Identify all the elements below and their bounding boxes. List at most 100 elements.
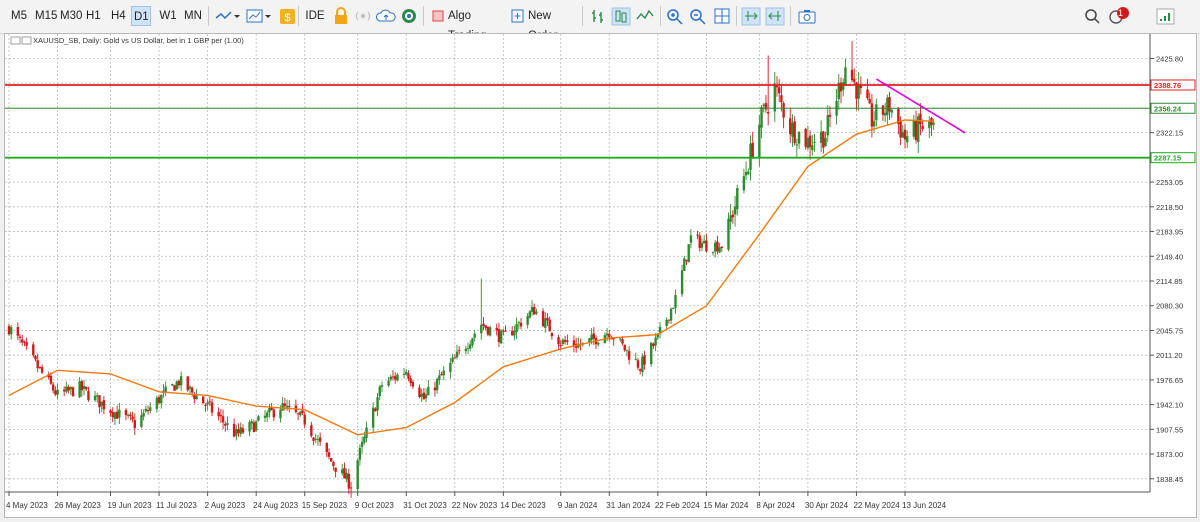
timeframe-h1[interactable]: H1 xyxy=(84,6,102,26)
date-label: 13 Jun 2024 xyxy=(902,501,947,510)
candle-body xyxy=(224,423,227,426)
line-chart-icon[interactable] xyxy=(634,6,656,26)
timeframe-w1[interactable]: W1 xyxy=(157,6,179,26)
candle-body xyxy=(762,104,765,107)
chevron-down-icon[interactable] xyxy=(233,6,241,26)
candle-body xyxy=(669,308,673,321)
timeframe-d1[interactable]: D1 xyxy=(131,6,151,26)
date-label: 31 Oct 2023 xyxy=(403,501,447,510)
candle-body xyxy=(906,136,909,143)
zoom-out-icon[interactable] xyxy=(687,6,709,26)
candle-body xyxy=(875,104,878,121)
candle-body xyxy=(702,240,706,244)
candle-body xyxy=(729,215,732,222)
zoom-in-icon[interactable] xyxy=(664,6,686,26)
price-label: 1942.10 xyxy=(1156,401,1183,410)
algo-trading-button[interactable]: Algo Trading xyxy=(448,6,504,42)
candle-body xyxy=(248,422,251,432)
candle-body xyxy=(82,386,86,390)
candle-body xyxy=(155,397,159,409)
candle-body xyxy=(109,410,112,413)
new-order-button[interactable]: New Order xyxy=(528,6,576,42)
chart-shift-icon[interactable] xyxy=(764,6,786,26)
candle-body xyxy=(65,386,68,392)
candle-body xyxy=(806,137,810,149)
signal-strength-icon[interactable] xyxy=(1155,6,1177,26)
candle-body xyxy=(376,397,379,411)
candle-body xyxy=(237,429,240,434)
candle-body xyxy=(67,387,70,391)
globe-icon[interactable] xyxy=(398,6,420,26)
chart-window[interactable]: 2425.802391.252356.702322.152287.602253.… xyxy=(4,33,1197,518)
candlestick-icon[interactable] xyxy=(610,6,632,26)
candle-body xyxy=(210,402,214,413)
candle-body xyxy=(857,83,860,99)
chart-template-icon[interactable] xyxy=(244,6,266,26)
candle-body xyxy=(548,319,551,332)
line-chart-icon[interactable] xyxy=(213,6,235,26)
candle-body xyxy=(440,373,443,376)
timeframe-m15[interactable]: M15 xyxy=(33,6,57,26)
timeframe-mn[interactable]: MN xyxy=(182,6,204,26)
candle-body xyxy=(714,242,717,252)
candle-body xyxy=(824,137,827,147)
cloud-upload-icon[interactable] xyxy=(375,6,397,26)
new-order-icon[interactable] xyxy=(510,6,526,26)
candle-body xyxy=(254,421,258,431)
candle-body xyxy=(38,366,42,368)
price-label: 2080.30 xyxy=(1156,302,1183,311)
candle-body xyxy=(872,121,876,127)
candle-body xyxy=(334,467,337,472)
candle-body xyxy=(405,371,408,375)
autoscroll-icon[interactable] xyxy=(740,6,762,26)
candle-body xyxy=(766,112,770,114)
candle-body xyxy=(332,462,335,467)
dollar-icon[interactable]: $ xyxy=(277,6,299,26)
candle-body xyxy=(881,105,885,115)
price-label: 2045.75 xyxy=(1156,326,1183,335)
candle-body xyxy=(853,78,856,82)
candle-body xyxy=(482,323,485,326)
candle-body xyxy=(791,122,794,137)
candle-body xyxy=(190,387,194,393)
candle-body xyxy=(859,85,863,88)
candle-body xyxy=(217,411,220,417)
timeframe-h4[interactable]: H4 xyxy=(109,6,127,26)
timeframe-m30[interactable]: M30 xyxy=(58,6,82,26)
signal-icon[interactable] xyxy=(352,6,374,26)
candle-body xyxy=(124,409,128,416)
candle-body xyxy=(486,326,490,335)
candle-body xyxy=(206,402,209,405)
date-label: 9 Oct 2023 xyxy=(355,501,395,510)
lock-icon[interactable] xyxy=(330,6,352,26)
search-icon[interactable] xyxy=(1082,6,1104,26)
price-chart[interactable]: 2425.802391.252356.702322.152287.602253.… xyxy=(5,34,1196,517)
screenshot-icon[interactable] xyxy=(796,6,818,26)
candle-body xyxy=(358,447,362,460)
candle-body xyxy=(226,423,229,425)
candle-body xyxy=(643,355,646,365)
candle-body xyxy=(844,67,847,86)
date-label: 22 Feb 2024 xyxy=(655,501,700,510)
candle-body xyxy=(7,325,11,335)
candle-body xyxy=(133,420,136,429)
date-label: 24 Aug 2023 xyxy=(253,501,298,510)
bar-chart-icon[interactable] xyxy=(587,6,609,26)
algo-trading-icon[interactable] xyxy=(430,6,446,26)
candle-body xyxy=(422,392,426,400)
candle-body xyxy=(718,247,721,253)
candle-body xyxy=(316,439,320,441)
grid-icon[interactable] xyxy=(711,6,733,26)
timeframe-m5[interactable]: M5 xyxy=(9,6,29,26)
candle-body xyxy=(221,416,225,423)
candle-body xyxy=(480,324,483,334)
price-label: 1907.55 xyxy=(1156,425,1183,434)
candle-body xyxy=(464,348,468,352)
ide-button[interactable]: IDE xyxy=(304,6,326,26)
candle-body xyxy=(257,416,260,421)
candle-body xyxy=(179,376,183,386)
chevron-down-icon[interactable] xyxy=(264,6,272,26)
candle-body xyxy=(566,340,569,343)
candle-body xyxy=(157,397,161,404)
candle-body xyxy=(111,411,114,418)
